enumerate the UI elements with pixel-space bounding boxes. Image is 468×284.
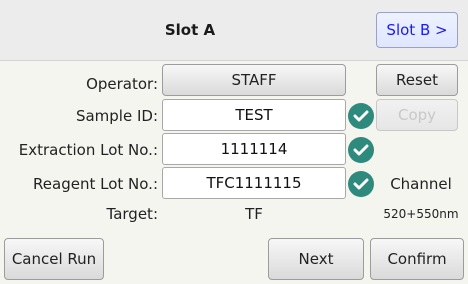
extraction-lot-check-icon <box>348 137 374 163</box>
extraction-lot-label: Extraction Lot No.: <box>18 141 158 159</box>
copy-button[interactable]: Copy <box>376 99 458 131</box>
slot-a-screen: Slot A Slot B > Operator: STAFF Reset Sa… <box>0 0 468 284</box>
reagent-lot-check-icon <box>348 171 374 197</box>
reagent-lot-field[interactable]: TFC1111115 <box>162 167 346 199</box>
reagent-lot-label: Reagent Lot No.: <box>33 175 158 193</box>
slot-b-button[interactable]: Slot B > <box>376 12 458 48</box>
channel-value: 520+550nm <box>383 207 459 221</box>
page-title: Slot A <box>164 21 216 39</box>
cancel-run-button[interactable]: Cancel Run <box>4 238 104 280</box>
channel-label: Channel <box>390 175 452 193</box>
operator-label: Operator: <box>86 75 158 93</box>
reset-button[interactable]: Reset <box>376 64 458 96</box>
operator-button[interactable]: STAFF <box>162 64 346 96</box>
sample-id-check-icon <box>348 103 374 129</box>
extraction-lot-field[interactable]: 1111114 <box>162 133 346 165</box>
confirm-button[interactable]: Confirm <box>370 238 464 280</box>
target-value: TF <box>245 205 263 223</box>
next-button[interactable]: Next <box>268 238 364 280</box>
target-label: Target: <box>106 205 158 223</box>
sample-id-label: Sample ID: <box>75 107 158 125</box>
sample-id-field[interactable]: TEST <box>162 99 346 131</box>
